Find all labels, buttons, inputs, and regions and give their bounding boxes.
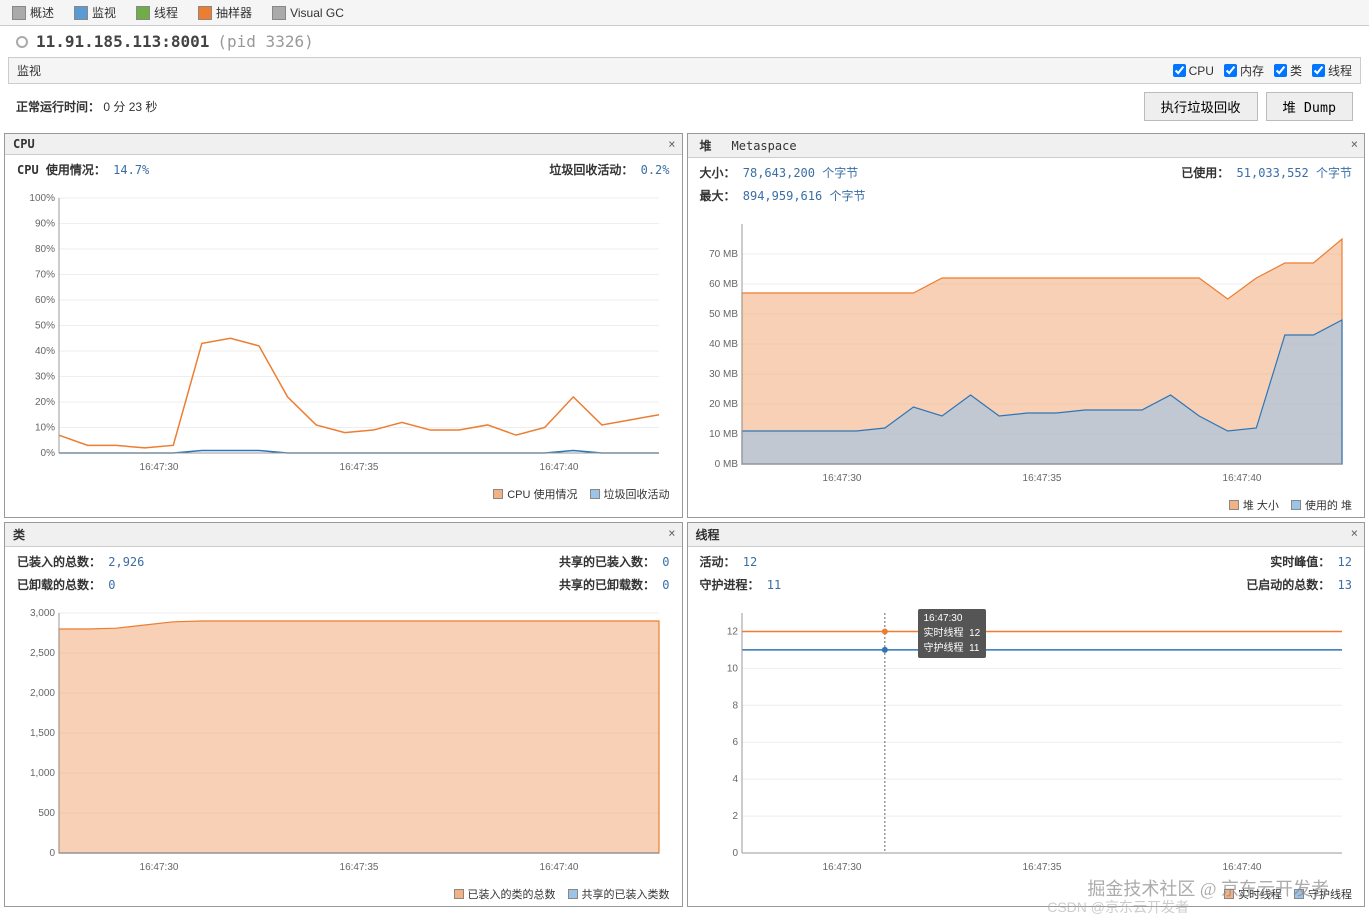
threads-title: 线程 <box>696 526 720 543</box>
uptime-label: 正常运行时间： <box>16 100 100 114</box>
svg-text:60%: 60% <box>35 295 55 306</box>
svg-text:10 MB: 10 MB <box>709 429 738 440</box>
action-buttons: 执行垃圾回收 堆 Dump <box>1144 92 1353 121</box>
svg-text:16:47:40: 16:47:40 <box>1222 862 1261 873</box>
svg-text:1,000: 1,000 <box>30 768 55 779</box>
svg-text:2: 2 <box>732 811 738 822</box>
svg-text:90%: 90% <box>35 219 55 230</box>
svg-text:0: 0 <box>732 848 738 859</box>
svg-text:4: 4 <box>732 774 738 785</box>
threads-panel: 线程× 活动： 12 实时峰值： 12 守护进程： 11 已启动的总数： 13 … <box>687 522 1366 907</box>
svg-text:20 MB: 20 MB <box>709 399 738 410</box>
svg-text:0 MB: 0 MB <box>714 459 738 470</box>
overview-icon <box>12 6 26 20</box>
svg-text:12: 12 <box>726 626 738 637</box>
svg-text:0: 0 <box>49 848 55 859</box>
svg-text:16:47:40: 16:47:40 <box>540 862 579 873</box>
classes-chart: 0 500 1,000 1,500 2,000 2,500 3,000 16:47:30 16:… <box>5 599 682 882</box>
svg-text:10%: 10% <box>35 423 55 434</box>
classes-panel: 类× 已装入的总数： 2,926 共享的已装入数： 0 已卸载的总数： 0 共享… <box>4 522 683 907</box>
svg-text:8: 8 <box>732 700 738 711</box>
svg-text:1,500: 1,500 <box>30 728 55 739</box>
svg-text:16:47:35: 16:47:35 <box>340 862 379 873</box>
svg-text:20%: 20% <box>35 397 55 408</box>
dump-button[interactable]: 堆 Dump <box>1266 92 1353 121</box>
check-cpu[interactable]: CPU <box>1173 62 1214 79</box>
svg-text:30%: 30% <box>35 372 55 383</box>
monitor-toolbar: 监视 CPU 内存 类 线程 <box>8 57 1361 84</box>
svg-text:6: 6 <box>732 737 738 748</box>
svg-text:40%: 40% <box>35 346 55 357</box>
classes-title: 类 <box>13 526 25 543</box>
svg-text:16:47:30: 16:47:30 <box>822 862 861 873</box>
heap-panel: 堆 Metaspace × 大小： 78,643,200 个字节 已使用： 51… <box>687 133 1366 518</box>
svg-text:16:47:40: 16:47:40 <box>540 462 579 473</box>
svg-text:500: 500 <box>38 808 55 819</box>
tab-monitor[interactable]: 监视 <box>70 2 120 23</box>
close-icon[interactable]: × <box>668 137 675 151</box>
check-mem[interactable]: 内存 <box>1224 62 1264 79</box>
svg-text:60 MB: 60 MB <box>709 279 738 290</box>
monitor-icon <box>74 6 88 20</box>
uptime-value: 0 分 23 秒 <box>103 100 157 114</box>
top-tabs: 概述 监视 线程 抽样器 Visual GC <box>0 0 1369 26</box>
pid: (pid 3326) <box>217 32 313 51</box>
svg-text:2,000: 2,000 <box>30 688 55 699</box>
connection-title: 11.91.185.113:8001 (pid 3326) <box>0 26 1369 57</box>
svg-text:16:47:35: 16:47:35 <box>1022 862 1061 873</box>
svg-text:16:47:40: 16:47:40 <box>1222 473 1261 484</box>
cpu-title: CPU <box>13 137 35 151</box>
svg-text:16:47:35: 16:47:35 <box>340 462 379 473</box>
svg-text:16:47:35: 16:47:35 <box>1022 473 1061 484</box>
svg-text:80%: 80% <box>35 244 55 255</box>
monitor-label: 监视 <box>17 62 41 79</box>
close-icon[interactable]: × <box>1351 526 1358 540</box>
heap-tab[interactable]: 堆 <box>696 137 716 154</box>
close-icon[interactable]: × <box>1351 137 1358 151</box>
metaspace-tab[interactable]: Metaspace <box>728 139 801 153</box>
heap-chart: 0 MB 10 MB 20 MB 30 MB 40 MB 50 MB 60 MB 70 MB 1… <box>688 210 1365 493</box>
tab-visualgc[interactable]: Visual GC <box>268 4 348 22</box>
svg-text:30 MB: 30 MB <box>709 369 738 380</box>
svg-text:16:47:30: 16:47:30 <box>140 462 179 473</box>
svg-text:70%: 70% <box>35 270 55 281</box>
close-icon[interactable]: × <box>668 526 675 540</box>
svg-text:16:47:30: 16:47:30 <box>140 862 179 873</box>
cpu-chart: 0% 10% 20% 30% 40% 50% 60% 70% 80% 90% 100% 16:47:3… <box>5 184 682 482</box>
threads-tooltip: 16:47:30 实时线程 12 守护线程 11 <box>918 609 987 658</box>
check-class[interactable]: 类 <box>1274 62 1302 79</box>
svg-text:50%: 50% <box>35 321 55 332</box>
tab-threads[interactable]: 线程 <box>132 2 182 23</box>
svg-text:10: 10 <box>726 663 738 674</box>
svg-text:2,500: 2,500 <box>30 648 55 659</box>
svg-text:3,000: 3,000 <box>30 608 55 619</box>
svg-text:70 MB: 70 MB <box>709 249 738 260</box>
threads-icon <box>136 6 150 20</box>
uptime-row: 正常运行时间： 0 分 23 秒 执行垃圾回收 堆 Dump <box>16 92 1353 121</box>
sampler-icon <box>198 6 212 20</box>
check-thread[interactable]: 线程 <box>1312 62 1352 79</box>
tab-sampler[interactable]: 抽样器 <box>194 2 256 23</box>
view-checkboxes: CPU 内存 类 线程 <box>1173 62 1352 79</box>
svg-text:100%: 100% <box>29 193 55 204</box>
svg-text:16:47:30: 16:47:30 <box>822 473 861 484</box>
visualgc-icon <box>272 6 286 20</box>
threads-chart: 0 2 4 6 8 10 12 16:47:30 16:47:35 16:47:40 16:47:… <box>688 599 1365 882</box>
status-dot-icon <box>16 36 28 48</box>
gc-button[interactable]: 执行垃圾回收 <box>1144 92 1258 121</box>
svg-text:40 MB: 40 MB <box>709 339 738 350</box>
address: 11.91.185.113:8001 <box>36 32 209 51</box>
svg-text:0%: 0% <box>41 448 56 459</box>
cpu-panel: CPU× CPU 使用情况： 14.7% 垃圾回收活动： 0.2% 0%10%2… <box>4 133 683 518</box>
charts-grid: CPU× CPU 使用情况： 14.7% 垃圾回收活动： 0.2% 0%10%2… <box>0 129 1369 911</box>
svg-text:50 MB: 50 MB <box>709 309 738 320</box>
tab-overview[interactable]: 概述 <box>8 2 58 23</box>
